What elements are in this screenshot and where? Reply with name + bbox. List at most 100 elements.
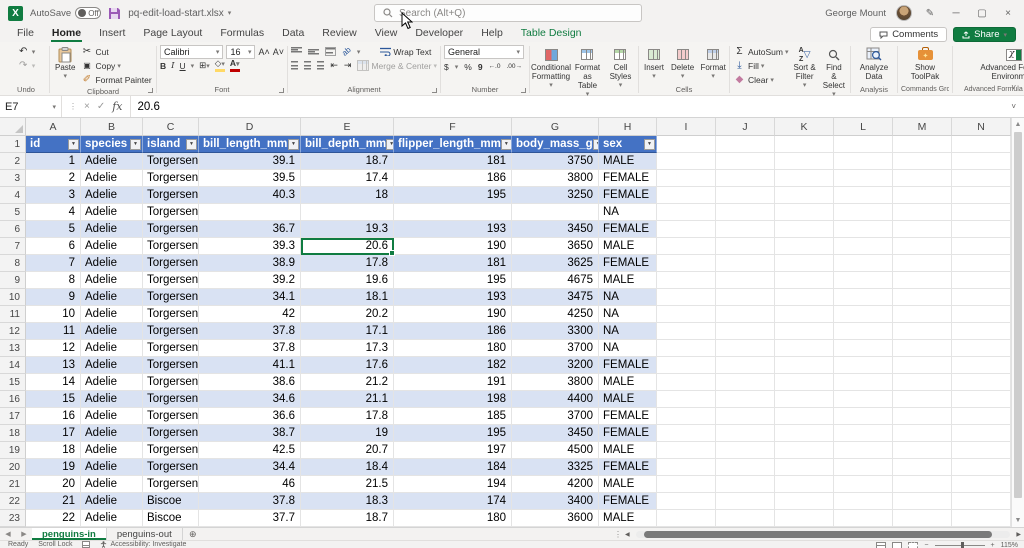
filter-button[interactable]: ▼ [386, 139, 394, 150]
cell[interactable] [952, 442, 1011, 459]
cell[interactable] [893, 374, 952, 391]
cell[interactable]: 22 [26, 510, 81, 527]
page-break-view-button[interactable] [908, 542, 918, 548]
column-header-M[interactable]: M [893, 118, 952, 136]
cell[interactable] [893, 153, 952, 170]
font-color-button[interactable]: A▾ [230, 59, 240, 72]
cell[interactable]: Torgersen [143, 357, 199, 374]
row-header-15[interactable]: 15 [0, 374, 26, 391]
cell[interactable]: Biscoe [143, 493, 199, 510]
cell[interactable]: 16 [26, 408, 81, 425]
cell[interactable] [657, 272, 716, 289]
enter-icon[interactable]: ✓ [97, 101, 105, 112]
percent-button[interactable]: % [464, 62, 472, 72]
cell[interactable]: 34.4 [199, 459, 301, 476]
cell[interactable] [512, 204, 599, 221]
cell[interactable]: MALE [599, 510, 657, 527]
fill-color-button[interactable]: ◇▾ [215, 59, 225, 72]
cell[interactable]: Adelie [81, 323, 143, 340]
cell[interactable]: 2 [26, 170, 81, 187]
cell[interactable]: Adelie [81, 442, 143, 459]
cell[interactable]: Adelie [81, 153, 143, 170]
expand-formula-bar-icon[interactable]: ˅ [1011, 96, 1024, 117]
scroll-right-icon[interactable]: ▶ [1016, 528, 1021, 540]
cell[interactable] [775, 136, 834, 153]
cell[interactable]: Adelie [81, 255, 143, 272]
cell[interactable]: 39.1 [199, 153, 301, 170]
cell[interactable] [834, 136, 893, 153]
cell[interactable] [775, 340, 834, 357]
cell[interactable]: 38.9 [199, 255, 301, 272]
cell[interactable]: 3450 [512, 221, 599, 238]
horizontal-scrollbar[interactable] [636, 531, 1010, 538]
cell[interactable]: Adelie [81, 187, 143, 204]
cell[interactable] [893, 272, 952, 289]
cancel-icon[interactable]: × [84, 101, 90, 112]
row-header-9[interactable]: 9 [0, 272, 26, 289]
cell[interactable]: Adelie [81, 221, 143, 238]
cell[interactable]: 19 [301, 425, 394, 442]
cell[interactable] [716, 187, 775, 204]
table-header-cell[interactable]: bill_length_mm▼ [199, 136, 301, 153]
cell[interactable]: 4500 [512, 442, 599, 459]
cell[interactable]: 184 [394, 459, 512, 476]
cell[interactable] [834, 272, 893, 289]
cell[interactable]: FEMALE [599, 459, 657, 476]
cell[interactable] [952, 255, 1011, 272]
cell[interactable]: Torgersen [143, 153, 199, 170]
cell[interactable]: 3325 [512, 459, 599, 476]
cell[interactable] [716, 510, 775, 527]
cell[interactable]: Torgersen [143, 204, 199, 221]
cell[interactable]: 3200 [512, 357, 599, 374]
cell[interactable] [952, 306, 1011, 323]
cell[interactable]: Adelie [81, 306, 143, 323]
cell[interactable]: Torgersen [143, 272, 199, 289]
cell[interactable] [716, 204, 775, 221]
cell[interactable] [716, 255, 775, 272]
cell[interactable]: FEMALE [599, 255, 657, 272]
cell[interactable] [952, 374, 1011, 391]
cell[interactable]: Torgersen [143, 340, 199, 357]
cell[interactable]: Adelie [81, 493, 143, 510]
cell[interactable] [775, 459, 834, 476]
cell[interactable] [716, 136, 775, 153]
cell[interactable] [893, 221, 952, 238]
table-header-cell[interactable]: island▼ [143, 136, 199, 153]
format-as-table-button[interactable]: Format as Table▾ [572, 45, 603, 100]
cell[interactable] [657, 391, 716, 408]
underline-button[interactable]: U [180, 61, 186, 71]
filter-button[interactable]: ▼ [501, 139, 512, 150]
cell[interactable] [952, 221, 1011, 238]
cell[interactable]: 198 [394, 391, 512, 408]
cell[interactable] [657, 442, 716, 459]
cell[interactable]: 18.7 [301, 510, 394, 527]
cell[interactable]: Adelie [81, 459, 143, 476]
cell[interactable]: Adelie [81, 289, 143, 306]
copy-button[interactable]: ▣Copy▾ [80, 59, 151, 72]
cell[interactable] [301, 204, 394, 221]
table-header-cell[interactable]: body_mass_g▼ [512, 136, 599, 153]
comma-button[interactable]: 9 [478, 62, 483, 72]
cell[interactable]: 21.1 [301, 391, 394, 408]
cell[interactable]: Adelie [81, 340, 143, 357]
cell[interactable]: Adelie [81, 374, 143, 391]
cell[interactable]: 20.7 [301, 442, 394, 459]
filter-button[interactable]: ▼ [68, 139, 79, 150]
normal-view-button[interactable] [876, 542, 886, 548]
cell[interactable]: FEMALE [599, 408, 657, 425]
cell[interactable]: FEMALE [599, 187, 657, 204]
cell[interactable] [657, 136, 716, 153]
cell[interactable] [893, 476, 952, 493]
cell[interactable]: 190 [394, 238, 512, 255]
cell[interactable]: Torgersen [143, 442, 199, 459]
cell[interactable]: Torgersen [143, 408, 199, 425]
cell[interactable]: 4250 [512, 306, 599, 323]
cell[interactable]: 40.3 [199, 187, 301, 204]
cell[interactable]: 3750 [512, 153, 599, 170]
borders-button[interactable]: ⊞▾ [199, 60, 210, 71]
cell[interactable]: 195 [394, 187, 512, 204]
row-header-21[interactable]: 21 [0, 476, 26, 493]
cell[interactable] [657, 255, 716, 272]
row-header-8[interactable]: 8 [0, 255, 26, 272]
zoom-out-button[interactable]: − [924, 542, 928, 548]
